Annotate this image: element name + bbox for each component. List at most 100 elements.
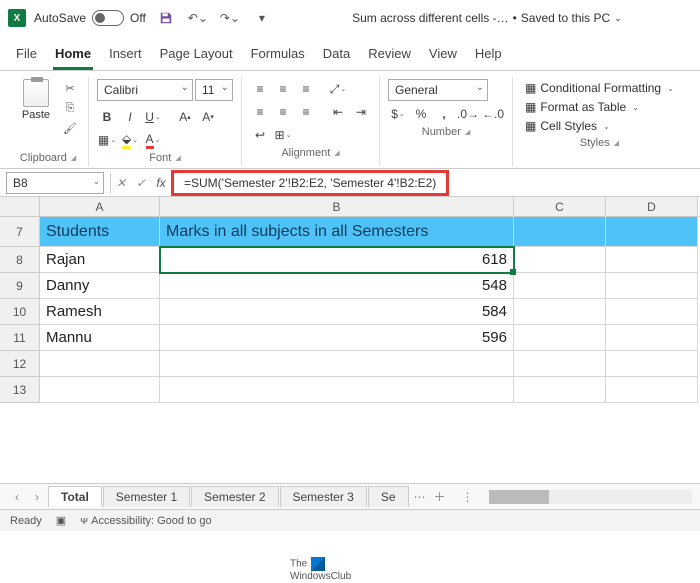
- underline-button[interactable]: U: [143, 107, 163, 127]
- cell[interactable]: [514, 247, 606, 273]
- cell[interactable]: [606, 247, 698, 273]
- tab-formulas[interactable]: Formulas: [249, 42, 307, 70]
- cell[interactable]: [40, 351, 160, 377]
- row-header[interactable]: 7: [0, 217, 40, 247]
- cell-styles-button[interactable]: ▦Cell Styles: [521, 117, 678, 135]
- cell[interactable]: Rajan: [40, 247, 160, 273]
- col-header-d[interactable]: D: [606, 197, 698, 216]
- decrease-indent-button[interactable]: ⇤: [328, 102, 348, 122]
- sheet-tab[interactable]: Se: [368, 486, 409, 507]
- horizontal-scrollbar[interactable]: [489, 490, 692, 504]
- tab-page-layout[interactable]: Page Layout: [158, 42, 235, 70]
- macro-record-icon[interactable]: ▣: [56, 514, 66, 527]
- row-header[interactable]: 11: [0, 325, 40, 351]
- cell[interactable]: 584: [160, 299, 514, 325]
- cell[interactable]: [40, 377, 160, 403]
- borders-button[interactable]: ▦: [97, 130, 117, 150]
- group-label-clipboard[interactable]: Clipboard: [16, 152, 80, 164]
- save-button[interactable]: [154, 6, 178, 30]
- enter-formula-button[interactable]: ✓: [131, 173, 151, 193]
- row-header[interactable]: 12: [0, 351, 40, 377]
- cell[interactable]: [606, 377, 698, 403]
- increase-indent-button[interactable]: ⇥: [351, 102, 371, 122]
- increase-font-button[interactable]: A▴: [175, 107, 195, 127]
- font-size-combo[interactable]: 11: [195, 79, 233, 101]
- cell[interactable]: Students: [40, 217, 160, 247]
- select-all-corner[interactable]: [0, 197, 40, 216]
- align-bottom-button[interactable]: ≡: [296, 79, 316, 99]
- sheet-tab[interactable]: Semester 1: [103, 486, 190, 507]
- align-center-button[interactable]: ≡: [273, 102, 293, 122]
- spreadsheet-grid[interactable]: A B C D 7 Students Marks in all subjects…: [0, 197, 700, 403]
- fx-icon[interactable]: fx: [151, 173, 171, 193]
- conditional-formatting-button[interactable]: ▦Conditional Formatting: [521, 79, 678, 97]
- col-header-b[interactable]: B: [160, 197, 514, 216]
- cell[interactable]: Mannu: [40, 325, 160, 351]
- font-color-button[interactable]: A: [143, 130, 163, 150]
- cell[interactable]: [606, 351, 698, 377]
- sheet-tab[interactable]: Semester 3: [280, 486, 367, 507]
- undo-button[interactable]: ↶⌄: [186, 6, 210, 30]
- cell[interactable]: [160, 351, 514, 377]
- percent-format-button[interactable]: %: [411, 104, 431, 124]
- col-header-c[interactable]: C: [514, 197, 606, 216]
- row-header[interactable]: 10: [0, 299, 40, 325]
- toggle-switch-icon[interactable]: [92, 10, 124, 26]
- cell[interactable]: [514, 351, 606, 377]
- cell[interactable]: Marks in all subjects in all Semesters: [160, 217, 514, 247]
- new-sheet-button[interactable]: ＋: [431, 488, 449, 506]
- tab-review[interactable]: Review: [366, 42, 413, 70]
- merge-center-button[interactable]: ⊞: [273, 125, 293, 145]
- cell[interactable]: [514, 299, 606, 325]
- cell[interactable]: [514, 325, 606, 351]
- formula-input[interactable]: =SUM('Semester 2'!B2:E2, 'Semester 4'!B2…: [178, 172, 442, 194]
- paste-button[interactable]: Paste: [16, 79, 56, 150]
- sheet-nav-next[interactable]: ›: [28, 488, 46, 506]
- font-name-combo[interactable]: Calibri: [97, 79, 193, 101]
- align-middle-button[interactable]: ≡: [273, 79, 293, 99]
- align-top-button[interactable]: ≡: [250, 79, 270, 99]
- increase-decimal-button[interactable]: .0→: [457, 104, 479, 124]
- sheet-tab[interactable]: Semester 2: [191, 486, 278, 507]
- cell[interactable]: 618: [160, 247, 514, 273]
- sheet-divider[interactable]: ⋮: [459, 488, 477, 506]
- accessibility-status[interactable]: ᴪ Accessibility: Good to go: [80, 515, 211, 527]
- format-as-table-button[interactable]: ▦Format as Table: [521, 98, 678, 116]
- tab-insert[interactable]: Insert: [107, 42, 144, 70]
- fill-color-button[interactable]: ⬙: [120, 130, 140, 150]
- cell[interactable]: [606, 325, 698, 351]
- row-header[interactable]: 9: [0, 273, 40, 299]
- accounting-format-button[interactable]: $: [388, 104, 408, 124]
- col-header-a[interactable]: A: [40, 197, 160, 216]
- cancel-formula-button[interactable]: ✕: [111, 173, 131, 193]
- cell[interactable]: [606, 273, 698, 299]
- format-painter-button[interactable]: 🖌: [60, 119, 80, 137]
- cell[interactable]: Ramesh: [40, 299, 160, 325]
- cell[interactable]: [514, 217, 606, 247]
- sheet-nav-prev[interactable]: ‹: [8, 488, 26, 506]
- cell[interactable]: [514, 273, 606, 299]
- cut-button[interactable]: ✂: [60, 79, 80, 97]
- bold-button[interactable]: B: [97, 107, 117, 127]
- group-label-styles[interactable]: Styles: [521, 137, 678, 149]
- cell[interactable]: [606, 299, 698, 325]
- name-box[interactable]: B8: [6, 172, 104, 194]
- redo-button[interactable]: ↷⌄: [218, 6, 242, 30]
- group-label-font[interactable]: Font: [97, 152, 233, 164]
- group-label-number[interactable]: Number: [388, 126, 504, 138]
- orientation-button[interactable]: ⤢: [328, 79, 348, 99]
- comma-format-button[interactable]: ,: [434, 104, 454, 124]
- cell[interactable]: [514, 377, 606, 403]
- italic-button[interactable]: I: [120, 107, 140, 127]
- sheet-tab[interactable]: Total: [48, 486, 102, 507]
- document-title[interactable]: Sum across different cells -… • Saved to…: [282, 11, 692, 25]
- wrap-text-button[interactable]: ↩: [250, 125, 270, 145]
- sheet-more[interactable]: ⋯: [411, 488, 429, 506]
- tab-home[interactable]: Home: [53, 42, 93, 70]
- group-label-alignment[interactable]: Alignment: [250, 147, 371, 159]
- cell[interactable]: [160, 377, 514, 403]
- tab-view[interactable]: View: [427, 42, 459, 70]
- decrease-decimal-button[interactable]: ←.0: [482, 104, 504, 124]
- cell[interactable]: 596: [160, 325, 514, 351]
- row-header[interactable]: 8: [0, 247, 40, 273]
